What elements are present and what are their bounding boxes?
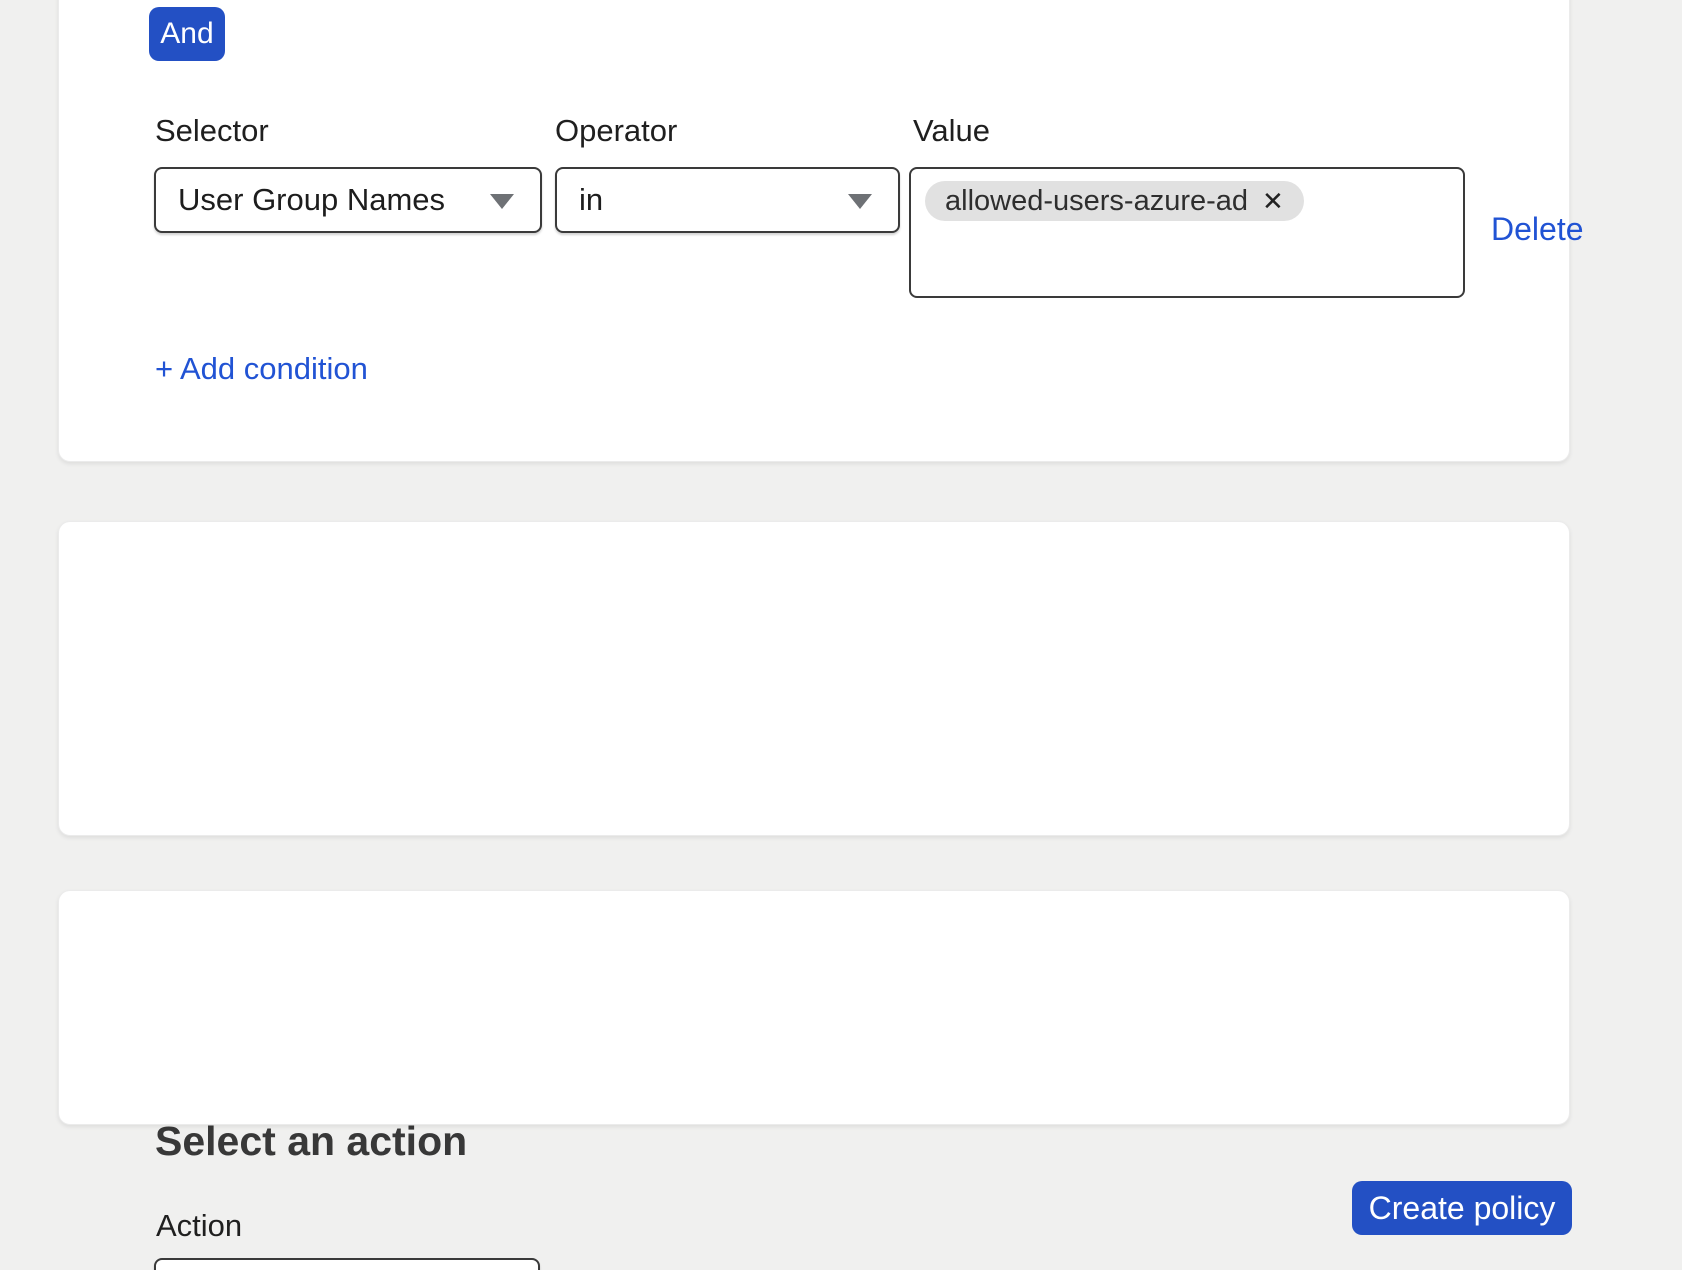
step3-card: STEP 3 Select an action Action Allow <box>58 521 1570 836</box>
operator-dropdown-value: in <box>579 182 603 218</box>
create-policy-button[interactable]: Create policy <box>1352 1181 1572 1235</box>
policy-builder-page: And Selector Operator Value User Group N… <box>0 0 1682 1270</box>
selector-field-label: Selector <box>155 113 269 149</box>
value-tag-input[interactable]: allowed-users-azure-ad ✕ <box>909 167 1465 298</box>
value-tag: allowed-users-azure-ad ✕ <box>925 181 1304 221</box>
chevron-down-icon <box>490 194 514 209</box>
action-field-label: Action <box>156 1208 242 1244</box>
step3-title: Select an action <box>155 1118 467 1165</box>
operator-dropdown[interactable]: in <box>555 167 900 233</box>
chevron-down-icon <box>848 194 872 209</box>
action-dropdown[interactable]: Allow <box>154 1258 540 1270</box>
and-connector-button[interactable]: And <box>149 7 225 61</box>
operator-field-label: Operator <box>555 113 677 149</box>
add-condition-link[interactable]: + Add condition <box>155 351 368 387</box>
value-field-label: Value <box>913 113 990 149</box>
value-tag-label: allowed-users-azure-ad <box>945 185 1248 218</box>
delete-condition-link[interactable]: Delete <box>1491 211 1584 248</box>
condition-builder-card: And Selector Operator Value User Group N… <box>58 0 1570 462</box>
remove-tag-icon[interactable]: ✕ <box>1262 188 1284 214</box>
selector-dropdown[interactable]: User Group Names <box>154 167 542 233</box>
step4-card: STEP 4 Configure policy settings No addi… <box>58 890 1570 1125</box>
selector-dropdown-value: User Group Names <box>178 182 445 218</box>
